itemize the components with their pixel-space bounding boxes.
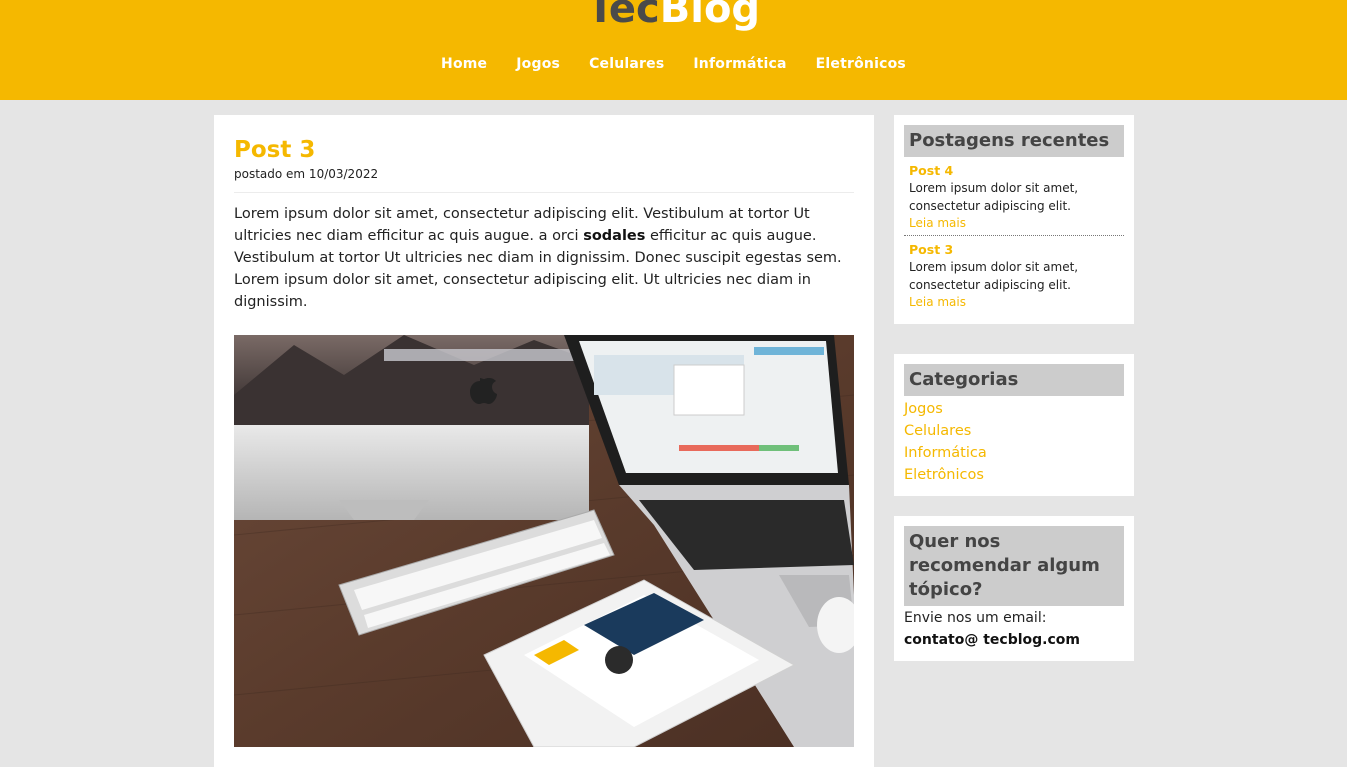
recent-post-title[interactable]: Post 4: [909, 163, 1119, 178]
categories-title: Categorias: [904, 364, 1124, 396]
recent-post-title[interactable]: Post 3: [909, 242, 1119, 257]
post-date: postado em 10/03/2022: [234, 167, 854, 193]
read-more-link[interactable]: Leia mais: [909, 294, 1119, 310]
nav-informatica[interactable]: Informática: [693, 54, 786, 74]
category-item: Jogos: [904, 398, 1124, 420]
post-title[interactable]: Post 3: [234, 136, 854, 164]
category-link-jogos[interactable]: Jogos: [904, 401, 943, 417]
contact-email[interactable]: contato@ tecblog.com: [904, 629, 1124, 651]
logo-part-blog: Blog: [659, 0, 761, 32]
category-item: Celulares: [904, 420, 1124, 442]
category-item: Eletrônicos: [904, 464, 1124, 486]
nav-home[interactable]: Home: [441, 54, 487, 74]
post-body-bold: sodales: [583, 228, 646, 244]
recommend-text: Envie nos um email:: [904, 610, 1047, 626]
category-link-celulares[interactable]: Celulares: [904, 423, 971, 439]
desk-devices-illustration: [234, 335, 854, 747]
post-image: [234, 335, 854, 747]
recent-post-excerpt: Lorem ipsum dolor sit amet, consectetur …: [909, 181, 1079, 213]
post-article: Post 3 postado em 10/03/2022 Lorem ipsum…: [214, 115, 874, 767]
nav-celulares[interactable]: Celulares: [589, 54, 664, 74]
category-link-eletronicos[interactable]: Eletrônicos: [904, 467, 984, 483]
site-header: TecBlog Home Jogos Celulares Informática…: [0, 0, 1347, 100]
logo-part-tec: Tec: [586, 0, 660, 32]
widget-recommend: Quer nos recomendar algum tópico? Envie …: [894, 516, 1134, 661]
recommend-title: Quer nos recomendar algum tópico?: [904, 526, 1124, 606]
recent-post-excerpt: Lorem ipsum dolor sit amet, consectetur …: [909, 260, 1079, 292]
read-more-link[interactable]: Leia mais: [909, 215, 1119, 231]
post-body: Lorem ipsum dolor sit amet, consectetur …: [234, 203, 854, 313]
main-nav: Home Jogos Celulares Informática Eletrôn…: [0, 54, 1347, 74]
category-link-informatica[interactable]: Informática: [904, 445, 987, 461]
recent-post-item: Post 4 Lorem ipsum dolor sit amet, conse…: [904, 157, 1124, 236]
recent-posts-title: Postagens recentes: [904, 125, 1124, 157]
widget-recent-posts: Postagens recentes Post 4 Lorem ipsum do…: [894, 115, 1134, 324]
nav-eletronicos[interactable]: Eletrônicos: [816, 54, 906, 74]
category-item: Informática: [904, 442, 1124, 464]
nav-jogos[interactable]: Jogos: [516, 54, 560, 74]
widget-categories: Categorias Jogos Celulares Informática E…: [894, 354, 1134, 496]
recent-post-item: Post 3 Lorem ipsum dolor sit amet, conse…: [904, 236, 1124, 314]
category-list: Jogos Celulares Informática Eletrônicos: [904, 396, 1124, 486]
site-logo[interactable]: TecBlog: [0, 0, 1347, 34]
